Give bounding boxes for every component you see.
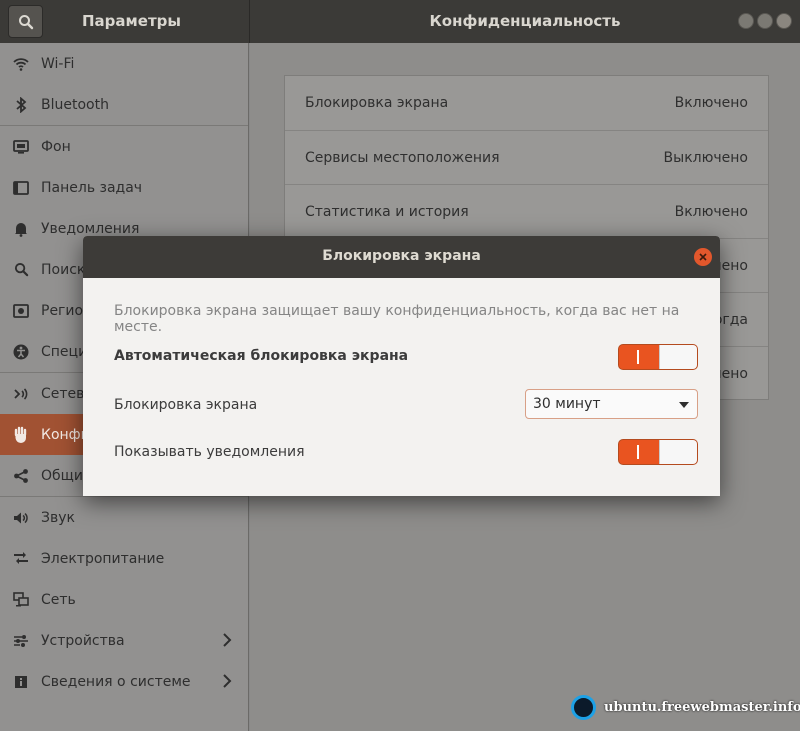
dropdown-value: 30 минут xyxy=(533,396,601,412)
sidebar-item-label: Устройства xyxy=(41,632,125,649)
auto-lock-switch[interactable] xyxy=(618,344,698,370)
minimize-button[interactable] xyxy=(738,13,754,29)
sidebar-item-label: Электропитание xyxy=(41,550,165,567)
hand-icon xyxy=(12,426,30,444)
ubuntu-logo-icon xyxy=(571,694,596,720)
lock-delay-dropdown[interactable]: 30 минут xyxy=(525,389,698,419)
sidebar-item-wifi[interactable]: Wi-Fi xyxy=(0,43,248,84)
close-icon xyxy=(699,253,707,261)
show-notifications-switch[interactable] xyxy=(618,439,698,465)
share-icon xyxy=(12,467,30,485)
row-name: Сервисы местоположения xyxy=(305,150,500,166)
dock-icon xyxy=(12,179,30,197)
sidebar-item-network[interactable]: Сеть xyxy=(0,579,248,620)
row-name: Статистика и история xyxy=(305,204,469,220)
dialog-header: Блокировка экрана xyxy=(83,236,720,278)
row-name: Блокировка экрана xyxy=(305,95,449,111)
chevron-right-icon xyxy=(222,673,232,693)
info-icon xyxy=(12,673,30,691)
dropdown-arrow-icon xyxy=(679,402,689,408)
sidebar-item-details[interactable]: Сведения о системе xyxy=(0,661,248,702)
sidebar-item-label: Wi-Fi xyxy=(41,55,75,72)
watermark: ubuntu.freewebmaster.info xyxy=(571,694,800,720)
switch-knob xyxy=(659,345,697,369)
online-accounts-icon xyxy=(12,385,30,403)
switch-on-mark xyxy=(637,445,639,459)
chevron-right-icon xyxy=(222,632,232,652)
privacy-row-location[interactable]: Сервисы местоположения Выключено xyxy=(285,131,768,185)
row-value: Выключено xyxy=(663,150,748,166)
sidebar-item-label: Сведения о системе xyxy=(41,673,191,690)
switch-on-mark xyxy=(637,350,639,364)
sidebar-item-sound[interactable]: Звук xyxy=(0,497,248,538)
privacy-row-screen-lock[interactable]: Блокировка экрана Включено xyxy=(285,76,768,130)
sidebar-item-bluetooth[interactable]: Bluetooth xyxy=(0,84,248,125)
speaker-icon xyxy=(12,509,30,527)
row-value: Включено xyxy=(674,204,748,220)
accessibility-icon xyxy=(12,343,30,361)
dialog-close-button[interactable] xyxy=(694,248,712,266)
bluetooth-icon xyxy=(12,96,30,114)
screen-lock-dialog: Блокировка экрана Блокировка экрана защи… xyxy=(83,236,720,496)
devices-icon xyxy=(12,632,30,650)
maximize-button[interactable] xyxy=(757,13,773,29)
background-icon xyxy=(12,138,30,156)
sidebar-item-label: Панель задач xyxy=(41,179,143,196)
privacy-row-usage-history[interactable]: Статистика и история Включено xyxy=(285,185,768,239)
sidebar-item-devices[interactable]: Устройства xyxy=(0,620,248,661)
search-icon xyxy=(18,14,33,29)
sidebar-item-label: Bluetooth xyxy=(41,96,109,113)
sidebar-item-label: Фон xyxy=(41,138,71,155)
switch-knob xyxy=(659,440,697,464)
bell-icon xyxy=(12,220,30,238)
sidebar-item-label: Поиск xyxy=(41,261,86,278)
dialog-title: Блокировка экрана xyxy=(322,248,481,264)
sidebar-item-label: Звук xyxy=(41,509,75,526)
power-icon xyxy=(12,550,30,568)
window-controls xyxy=(738,13,792,29)
close-window-button[interactable] xyxy=(776,13,792,29)
dialog-description: Блокировка экрана защищает вашу конфиден… xyxy=(114,303,680,335)
lock-delay-label: Блокировка экрана xyxy=(114,397,258,413)
wifi-icon xyxy=(12,55,30,73)
settings-title: Параметры xyxy=(82,12,181,30)
show-notifications-label: Показывать уведомления xyxy=(114,444,305,460)
sidebar-item-background[interactable]: Фон xyxy=(0,126,248,167)
sidebar-item-dock[interactable]: Панель задач xyxy=(0,167,248,208)
search-icon xyxy=(12,261,30,279)
row-value: Включено xyxy=(674,95,748,111)
sidebar-item-label: Уведомления xyxy=(41,220,140,237)
watermark-text: ubuntu.freewebmaster.info xyxy=(604,699,800,715)
sidebar-item-label: Сеть xyxy=(41,591,76,608)
sidebar-item-power[interactable]: Электропитание xyxy=(0,538,248,579)
search-button[interactable] xyxy=(8,5,43,38)
network-icon xyxy=(12,591,30,609)
auto-lock-label: Автоматическая блокировка экрана xyxy=(114,348,409,364)
region-icon xyxy=(12,302,30,320)
panel-title: Конфиденциальность xyxy=(429,12,621,30)
header-bar: Параметры Конфиденциальность xyxy=(0,0,800,43)
